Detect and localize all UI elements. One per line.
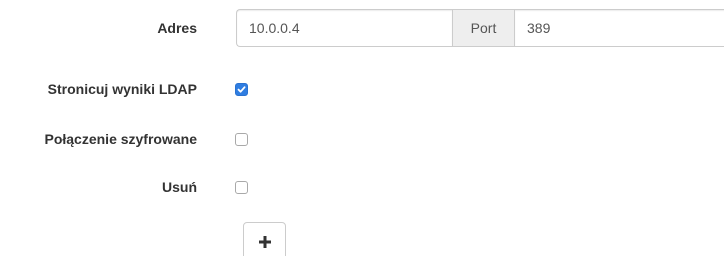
delete-checkbox[interactable]: [235, 181, 248, 194]
address-label: Adres: [157, 20, 197, 36]
add-server-button[interactable]: [243, 222, 286, 256]
ldap-server-form: Adres Port Stronicuj wyniki LDAP Połącze…: [0, 0, 724, 256]
address-input-group: Port: [236, 9, 724, 47]
checkmark-icon: [237, 86, 246, 93]
plus-icon: [258, 236, 271, 248]
paginate-ldap-label: Stronicuj wyniki LDAP: [47, 81, 197, 97]
port-input[interactable]: [515, 9, 724, 47]
encrypted-connection-checkbox[interactable]: [235, 133, 248, 146]
delete-label: Usuń: [162, 179, 197, 195]
address-input[interactable]: [236, 9, 452, 47]
encrypted-connection-label: Połączenie szyfrowane: [44, 131, 197, 147]
paginate-ldap-checkbox[interactable]: [235, 83, 248, 96]
port-addon-label: Port: [452, 9, 515, 47]
